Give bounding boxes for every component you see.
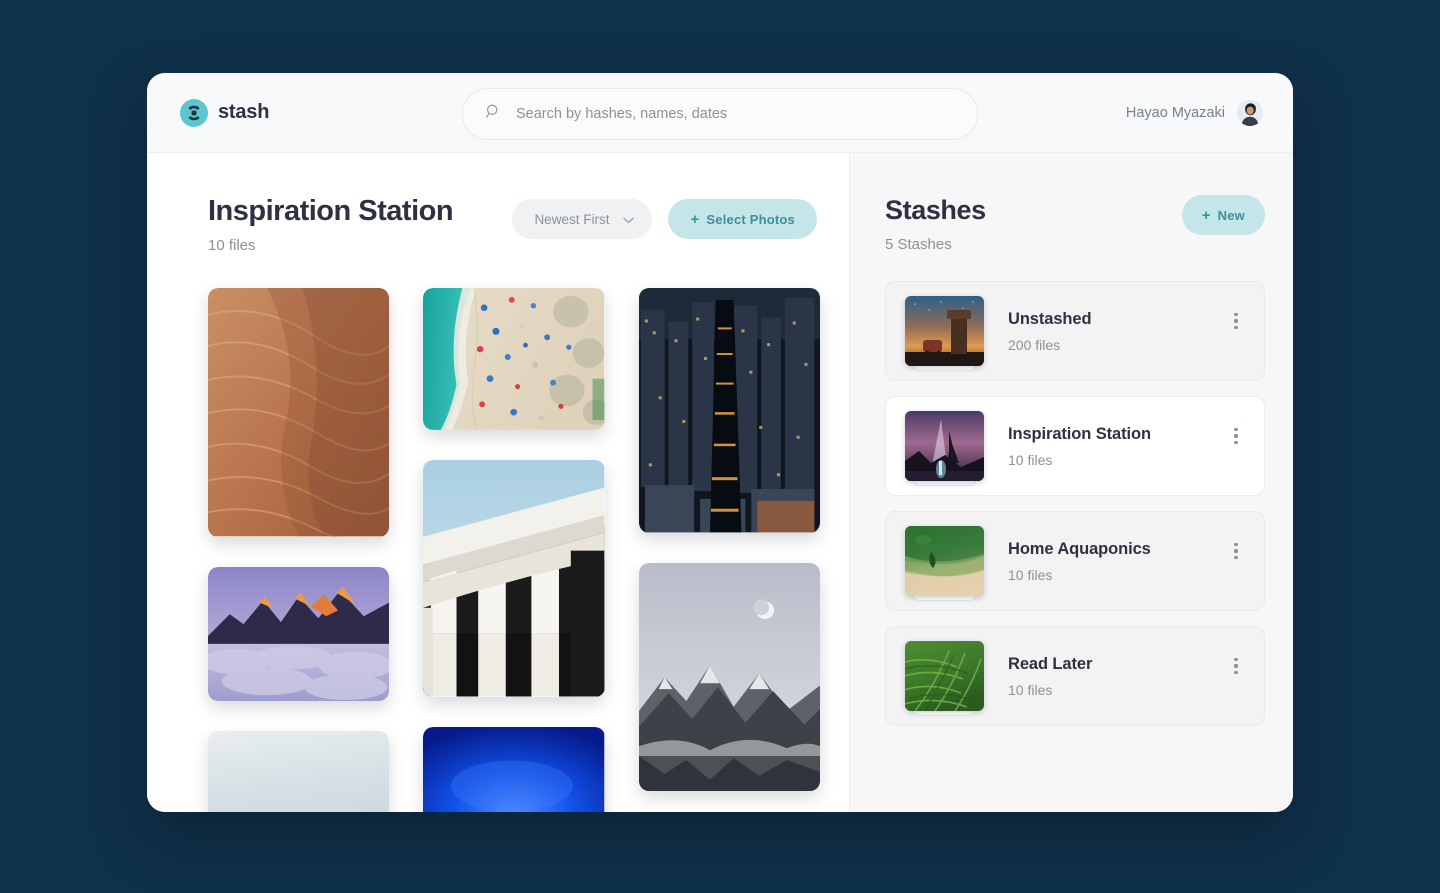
photo-mountain-above-clouds[interactable]: [208, 567, 389, 701]
stash-name: Read Later: [1008, 655, 1226, 674]
kebab-menu-icon[interactable]: [1226, 308, 1246, 334]
stashes-panel: Stashes 5 Stashes + New: [849, 153, 1293, 812]
search-box[interactable]: [462, 88, 978, 140]
new-stash-button[interactable]: + New: [1182, 195, 1265, 235]
stack-front-card: [905, 296, 984, 366]
stack-front-card: [905, 411, 984, 481]
stash-thumbnail: [905, 641, 984, 711]
stash-thumbnail: [905, 296, 984, 366]
stash-meta: Inspiration Station 10 files: [1008, 425, 1226, 468]
stash-item-read-later[interactable]: Read Later 10 files: [885, 626, 1265, 726]
stash-name: Unstashed: [1008, 310, 1226, 329]
sort-dropdown[interactable]: Newest First: [512, 199, 652, 239]
photo-white-modern-architecture[interactable]: [423, 460, 604, 697]
gallery-titles: Inspiration Station 10 files: [208, 195, 512, 254]
app-body: Inspiration Station 10 files Newest Firs…: [147, 153, 1293, 812]
stash-file-count: 10 files: [1008, 682, 1226, 698]
page-title: Inspiration Station: [208, 195, 512, 228]
stash-meta: Read Later 10 files: [1008, 655, 1226, 698]
kebab-menu-icon[interactable]: [1226, 538, 1246, 564]
file-count: 10 files: [208, 237, 512, 254]
stash-meta: Home Aquaponics 10 files: [1008, 540, 1226, 583]
brand-name: stash: [218, 101, 269, 124]
user-name: Hayao Myazaki: [1126, 105, 1225, 121]
stash-meta: Unstashed 200 files: [1008, 310, 1226, 353]
stash-name: Home Aquaponics: [1008, 540, 1226, 559]
gallery-actions: Newest First + Select Photos: [512, 195, 817, 239]
plus-icon: +: [690, 212, 699, 227]
search-icon: [485, 103, 502, 125]
new-stash-label: New: [1218, 208, 1245, 223]
select-photos-label: Select Photos: [706, 212, 795, 227]
stash-item-unstashed[interactable]: Unstashed 200 files: [885, 281, 1265, 381]
search-input[interactable]: [516, 106, 955, 122]
sort-dropdown-label: Newest First: [534, 212, 609, 227]
kebab-menu-icon[interactable]: [1226, 653, 1246, 679]
kebab-menu-icon[interactable]: [1226, 423, 1246, 449]
stash-thumbnail: [905, 526, 984, 596]
stashes-header: Stashes 5 Stashes + New: [885, 195, 1265, 253]
stash-file-count: 10 files: [1008, 452, 1226, 468]
stash-file-count: 10 files: [1008, 567, 1226, 583]
select-photos-button[interactable]: + Select Photos: [668, 199, 817, 239]
stash-logo-icon: [180, 99, 208, 127]
search-bar[interactable]: [462, 88, 978, 140]
plus-icon: +: [1202, 208, 1211, 223]
user-menu[interactable]: Hayao Myazaki: [1126, 100, 1263, 126]
stash-thumbnail: [905, 411, 984, 481]
stack-front-card: [905, 526, 984, 596]
photo-city-night-aerial[interactable]: [639, 288, 820, 532]
stash-item-home-aquaponics[interactable]: Home Aquaponics 10 files: [885, 511, 1265, 611]
stashes-count: 5 Stashes: [885, 236, 1182, 253]
stash-item-inspiration-station[interactable]: Inspiration Station 10 files: [885, 396, 1265, 496]
stashes-title: Stashes: [885, 195, 1182, 226]
app-window: stash Hayao Myazaki: [147, 73, 1293, 812]
brand[interactable]: stash: [180, 99, 269, 127]
stash-file-count: 200 files: [1008, 337, 1226, 353]
stash-name: Inspiration Station: [1008, 425, 1226, 444]
photo-blue-abstract-glow[interactable]: [423, 727, 604, 812]
avatar[interactable]: [1237, 100, 1263, 126]
top-bar: stash Hayao Myazaki: [147, 73, 1293, 153]
photo-pale-blue-gradient[interactable]: [208, 731, 389, 812]
photo-aerial-beach-umbrellas[interactable]: [423, 288, 604, 430]
photo-moon-over-snowy-mountain[interactable]: [639, 563, 820, 792]
photo-desert-sand-dunes[interactable]: [208, 288, 389, 536]
gallery-panel: Inspiration Station 10 files Newest Firs…: [147, 153, 849, 812]
stashes-titles: Stashes 5 Stashes: [885, 195, 1182, 253]
gallery-header: Inspiration Station 10 files Newest Firs…: [208, 195, 849, 254]
chevron-down-icon: [623, 212, 634, 227]
photo-grid: [208, 288, 820, 812]
stash-list: Unstashed 200 files: [885, 281, 1265, 726]
stack-front-card: [905, 641, 984, 711]
